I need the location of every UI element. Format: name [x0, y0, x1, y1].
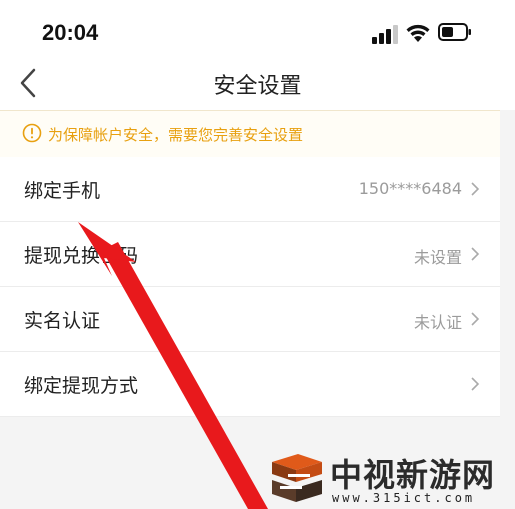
warning-circle-icon [22, 123, 42, 143]
battery-icon [438, 23, 471, 41]
row-label: 绑定手机 [24, 180, 101, 202]
row-label: 提现兑换密码 [24, 245, 139, 267]
chevron-right-icon [471, 377, 480, 391]
chevron-right-icon [471, 312, 480, 326]
row-label: 绑定提现方式 [24, 375, 139, 397]
security-notice: 为保障帐户安全，需要您完善安全设置 [0, 110, 500, 157]
signal-icon [372, 25, 398, 44]
chevron-right-icon [471, 182, 480, 196]
row-withdraw-password[interactable]: 提现兑换密码 未设置 [0, 222, 500, 287]
watermark-url: www.315ict.com [332, 491, 476, 505]
row-value: 未认证 [413, 313, 462, 332]
wifi-icon [406, 24, 430, 42]
watermark-logo-icon [272, 454, 322, 502]
chevron-right-icon [471, 247, 480, 261]
page-title: 安全设置 [213, 74, 302, 99]
row-value: 未设置 [413, 248, 462, 267]
watermark-title: 中视新游网 [330, 456, 496, 494]
status-bar: 20:04 [0, 0, 515, 58]
watermark: 中视新游网 www.315ict.com [268, 450, 515, 509]
notice-text: 为保障帐户安全，需要您完善安全设置 [48, 126, 304, 144]
row-real-name[interactable]: 实名认证 未认证 [0, 287, 500, 352]
row-value: 150****6484 [358, 179, 462, 198]
status-time: 20:04 [42, 20, 99, 45]
row-label: 实名认证 [24, 310, 101, 332]
row-withdraw-method[interactable]: 绑定提现方式 [0, 352, 500, 417]
nav-bar: 安全设置 [0, 58, 515, 110]
settings-list: 绑定手机 150****6484 提现兑换密码 未设置 实名认证 未认证 绑定提… [0, 157, 500, 417]
row-bind-phone[interactable]: 绑定手机 150****6484 [0, 157, 500, 222]
